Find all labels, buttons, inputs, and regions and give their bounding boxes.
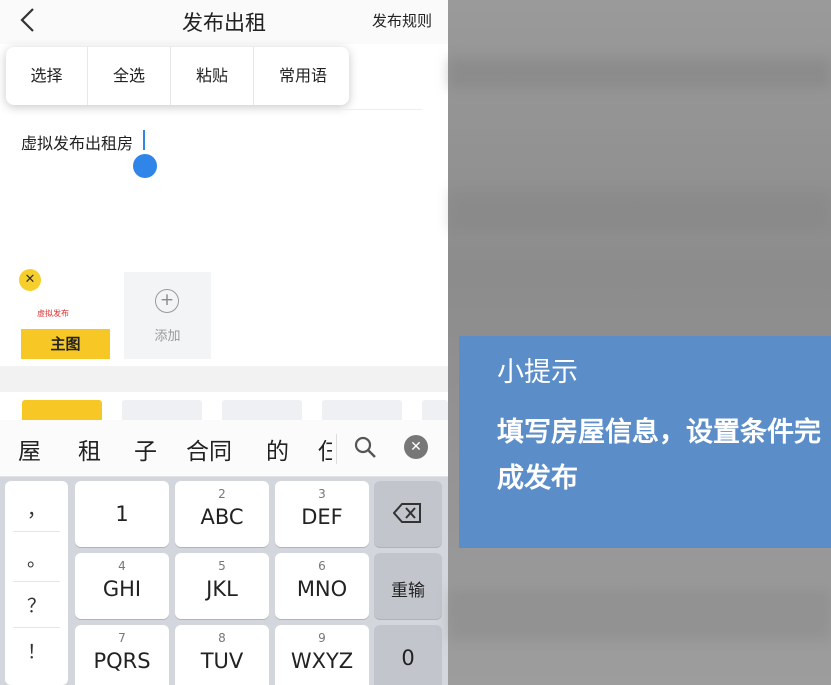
key-number: 7 bbox=[118, 631, 126, 645]
candidate-word[interactable]: 仨 bbox=[318, 432, 332, 466]
backspace-icon bbox=[393, 503, 421, 523]
candidate-word[interactable]: 屋 bbox=[18, 432, 41, 466]
candidate-divider bbox=[336, 434, 337, 464]
ime-candidate-bar: 屋 租 子 合同 的 仨 ✕ bbox=[0, 420, 448, 477]
key-number: 4 bbox=[118, 559, 126, 573]
candidate-word[interactable]: 的 bbox=[266, 432, 289, 466]
key-label: DEF bbox=[301, 505, 343, 529]
caret-drag-handle[interactable] bbox=[133, 154, 157, 178]
key-label: 重输 bbox=[391, 581, 425, 601]
background-blur bbox=[448, 58, 831, 88]
key-9[interactable]: 9 WXYZ bbox=[275, 625, 369, 685]
reenter-key[interactable]: 重输 bbox=[374, 553, 442, 619]
t9-keyboard: ， 。 ？ ！ 1 2 ABC 3 DEF 4 GHI 5 JKL 6 MNO … bbox=[0, 477, 448, 685]
key-label: GHI bbox=[102, 577, 142, 601]
remove-photo-icon[interactable]: ✕ bbox=[19, 269, 41, 291]
key-1[interactable]: 1 bbox=[75, 481, 169, 547]
text-context-menu: 选择 全选 粘贴 常用语 bbox=[6, 47, 349, 105]
key-3[interactable]: 3 DEF bbox=[275, 481, 369, 547]
publish-rules-link[interactable]: 发布规则 bbox=[372, 10, 432, 31]
key-number: 6 bbox=[318, 559, 326, 573]
menu-select-all[interactable]: 全选 bbox=[88, 47, 171, 105]
backspace-key[interactable] bbox=[374, 481, 442, 547]
description-input[interactable]: 虚拟发布出租房 bbox=[21, 130, 133, 154]
header-bar: 发布出租 发布规则 bbox=[0, 0, 448, 44]
key-number: 9 bbox=[318, 631, 326, 645]
key-number: 2 bbox=[218, 487, 226, 501]
key-number: 3 bbox=[318, 487, 326, 501]
background-blur bbox=[448, 590, 831, 640]
section-gap bbox=[0, 366, 448, 392]
key-4[interactable]: 4 GHI bbox=[75, 553, 169, 619]
search-icon[interactable] bbox=[352, 434, 378, 460]
punct-key[interactable]: ？ bbox=[5, 591, 68, 618]
divider bbox=[13, 531, 60, 532]
phone-screen: 发布出租 发布规则 选择 全选 粘贴 常用语 虚拟发布出租房 虚拟发布 ✕ 主图… bbox=[0, 0, 448, 685]
photo-thumbnail[interactable]: 虚拟发布 ✕ 主图 bbox=[19, 269, 110, 359]
menu-select[interactable]: 选择 bbox=[6, 47, 88, 105]
key-number: 5 bbox=[218, 559, 226, 573]
menu-common-phrases[interactable]: 常用语 bbox=[254, 47, 352, 105]
divider bbox=[22, 109, 422, 110]
punctuation-column: ， 。 ？ ！ bbox=[5, 481, 68, 685]
menu-paste[interactable]: 粘贴 bbox=[171, 47, 254, 105]
punct-key[interactable]: ， bbox=[5, 495, 68, 522]
main-photo-badge: 主图 bbox=[21, 329, 110, 359]
photo-watermark: 虚拟发布 bbox=[37, 309, 69, 318]
key-label: ABC bbox=[200, 505, 244, 529]
divider bbox=[13, 581, 60, 582]
candidate-word[interactable]: 租 bbox=[78, 432, 101, 466]
candidate-word[interactable]: 合同 bbox=[186, 432, 232, 466]
add-photo-label: 添加 bbox=[154, 329, 181, 344]
key-number: 8 bbox=[218, 631, 226, 645]
key-7[interactable]: 7 PQRS bbox=[75, 625, 169, 685]
punct-key[interactable]: 。 bbox=[5, 545, 68, 572]
text-caret bbox=[143, 130, 145, 150]
tip-title: 小提示 bbox=[497, 357, 578, 388]
divider bbox=[13, 627, 60, 628]
key-8[interactable]: 8 TUV bbox=[175, 625, 269, 685]
punct-key[interactable]: ！ bbox=[5, 637, 68, 664]
key-label: TUV bbox=[200, 649, 244, 673]
key-label: MNO bbox=[296, 577, 348, 601]
tip-overlay: 小提示 填写房屋信息，设置条件完成发布 bbox=[459, 336, 831, 548]
candidate-word[interactable]: 子 bbox=[134, 432, 157, 466]
background-blur bbox=[448, 190, 831, 230]
key-label: JKL bbox=[206, 577, 238, 601]
tip-body: 填写房屋信息，设置条件完成发布 bbox=[497, 417, 821, 494]
key-6[interactable]: 6 MNO bbox=[275, 553, 369, 619]
key-label: WXYZ bbox=[290, 649, 354, 673]
key-5[interactable]: 5 JKL bbox=[175, 553, 269, 619]
close-keyboard-icon[interactable]: ✕ bbox=[404, 435, 428, 459]
key-label: 1 bbox=[115, 502, 129, 526]
key-label: 0 bbox=[401, 646, 415, 670]
key-2[interactable]: 2 ABC bbox=[175, 481, 269, 547]
key-0[interactable]: 0 bbox=[374, 625, 442, 685]
plus-circle-icon: + bbox=[155, 289, 179, 313]
key-label: PQRS bbox=[93, 649, 151, 673]
add-photo-button[interactable]: + 添加 bbox=[124, 272, 211, 359]
